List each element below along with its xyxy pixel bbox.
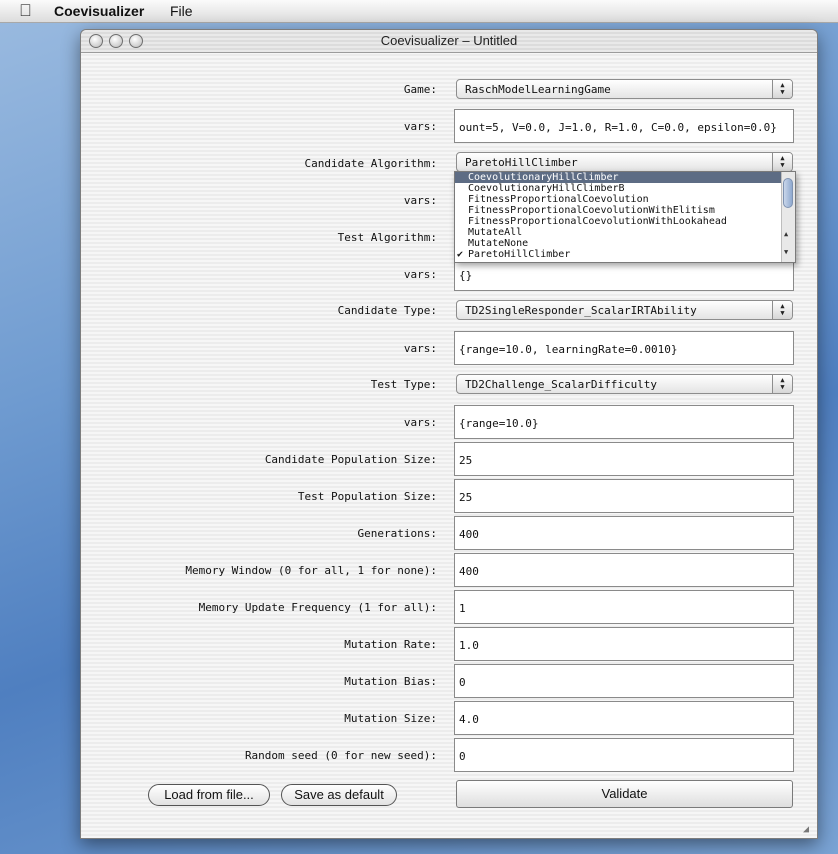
memory-update-frequency-field[interactable]: 1 (454, 590, 794, 624)
test-population-size-label: Test Population Size: (297, 490, 437, 503)
dropdown-item-label: MutateNone (468, 238, 529, 249)
test-type-label: Test Type: (370, 378, 437, 391)
dropdown-item[interactable]: FitnessProportionalCoevolutionWithElitis… (455, 205, 781, 216)
save-as-default-button[interactable]: Save as default (281, 784, 397, 806)
candidate-algorithm-dropdown-list[interactable]: CoevolutionaryHillClimber CoevolutionaryH… (454, 171, 796, 263)
dropdown-item-label: FitnessProportionalCoevolutionWithElitis… (468, 205, 715, 216)
generations-label: Generations: (357, 527, 437, 540)
checkmark-icon: ✔ (457, 249, 464, 260)
dropdown-item[interactable]: FitnessProportionalCoevolution (455, 194, 781, 205)
mutation-size-field[interactable]: 4.0 (454, 701, 794, 735)
mutation-bias-label: Mutation Bias: (344, 675, 437, 688)
dropdown-item[interactable]: MutateNone (455, 238, 781, 249)
menu-bar:  Coevisualizer File (0, 0, 838, 23)
game-label: Game: (403, 83, 437, 96)
mutation-bias-field[interactable]: 0 (454, 664, 794, 698)
memory-window-label: Memory Window (0 for all, 1 for none): (185, 564, 437, 577)
candidate-algorithm-popup[interactable]: ParetoHillClimber ▲ ▼ (456, 152, 793, 172)
game-vars-field[interactable]: ount=5, V=0.0, J=1.0, R=1.0, C=0.0, epsi… (454, 109, 794, 143)
random-seed-label: Random seed (0 for new seed): (244, 749, 437, 762)
candidate-algorithm-label: Candidate Algorithm: (304, 157, 437, 170)
resize-grip-icon[interactable]: ◢ (803, 824, 815, 836)
popup-arrows-icon: ▲▼ (772, 375, 792, 393)
menu-file[interactable]: File (170, 3, 193, 19)
dropdown-item-label: CoevolutionaryHillClimber (468, 172, 619, 183)
dropdown-item-label: FitnessProportionalCoevolutionWithLookah… (468, 216, 727, 227)
load-from-file-button[interactable]: Load from file... (148, 784, 270, 806)
dropdown-item[interactable]: ✔ ParetoHillClimber (455, 249, 781, 260)
candidate-type-label: Candidate Type: (337, 304, 437, 317)
candidate-type-value: TD2SingleResponder_ScalarIRTAbility (465, 304, 697, 317)
validate-button[interactable]: Validate (456, 780, 793, 808)
dropdown-item[interactable]: MutateAll (455, 227, 781, 238)
game-popup[interactable]: RaschModelLearningGame ▲ ▼ (456, 79, 793, 99)
test-type-vars-label: vars: (403, 416, 437, 429)
test-type-popup[interactable]: TD2Challenge_ScalarDifficulty ▲ ▼ (456, 374, 793, 394)
candidate-population-size-field[interactable]: 25 (454, 442, 794, 476)
random-seed-field[interactable]: 0 (454, 738, 794, 772)
memory-window-field[interactable]: 400 (454, 553, 794, 587)
mutation-size-label: Mutation Size: (344, 712, 437, 725)
candidate-algorithm-vars-label: vars: (403, 194, 437, 207)
dropdown-item-label: CoevolutionaryHillClimberB (468, 183, 625, 194)
dropdown-item[interactable]: CoevolutionaryHillClimber (455, 172, 781, 183)
dropdown-item-label: MutateAll (468, 227, 523, 238)
window-title: Coevisualizer – Untitled (380, 33, 518, 48)
test-population-size-field[interactable]: 25 (454, 479, 794, 513)
test-type-value: TD2Challenge_ScalarDifficulty (465, 378, 658, 391)
candidate-type-vars-label: vars: (403, 342, 437, 355)
candidate-type-vars-field[interactable]: {range=10.0, learningRate=0.0010} (454, 331, 794, 365)
dropdown-item-label: ParetoHillClimber (468, 249, 571, 260)
main-window: Coevisualizer – Untitled Game: RaschMode… (80, 29, 818, 839)
popup-arrows-icon: ▲▼ (772, 80, 792, 98)
scrollbar-thumb[interactable] (783, 178, 793, 208)
scroll-up-arrow-icon[interactable]: ▲ (784, 230, 788, 238)
generations-field[interactable]: 400 (454, 516, 794, 550)
test-algorithm-vars-label: vars: (403, 268, 437, 281)
dropdown-item[interactable]: FitnessProportionalCoevolutionWithLookah… (455, 216, 781, 227)
game-popup-value: RaschModelLearningGame (465, 83, 611, 96)
dropdown-item-label: FitnessProportionalCoevolution (468, 194, 649, 205)
popup-arrows-icon: ▲▼ (772, 153, 792, 171)
test-type-vars-field[interactable]: {range=10.0} (454, 405, 794, 439)
scroll-down-arrow-icon[interactable]: ▼ (784, 248, 788, 256)
dropdown-item[interactable]: CoevolutionaryHillClimberB (455, 183, 781, 194)
title-bar[interactable]: Coevisualizer – Untitled (81, 30, 817, 53)
dropdown-scrollbar[interactable]: ▲ ▼ (781, 172, 795, 262)
mutation-rate-label: Mutation Rate: (344, 638, 437, 651)
candidate-type-popup[interactable]: TD2SingleResponder_ScalarIRTAbility ▲ ▼ (456, 300, 793, 320)
game-vars-label: vars: (403, 120, 437, 133)
candidate-algorithm-value: ParetoHillClimber (465, 156, 578, 169)
menu-app-name[interactable]: Coevisualizer (54, 3, 144, 19)
apple-logo-icon[interactable]:  (19, 1, 32, 21)
mutation-rate-field[interactable]: 1.0 (454, 627, 794, 661)
memory-update-frequency-label: Memory Update Frequency (1 for all): (198, 601, 437, 614)
candidate-population-size-label: Candidate Population Size: (264, 453, 437, 466)
popup-arrows-icon: ▲▼ (772, 301, 792, 319)
test-algorithm-label: Test Algorithm: (337, 231, 437, 244)
